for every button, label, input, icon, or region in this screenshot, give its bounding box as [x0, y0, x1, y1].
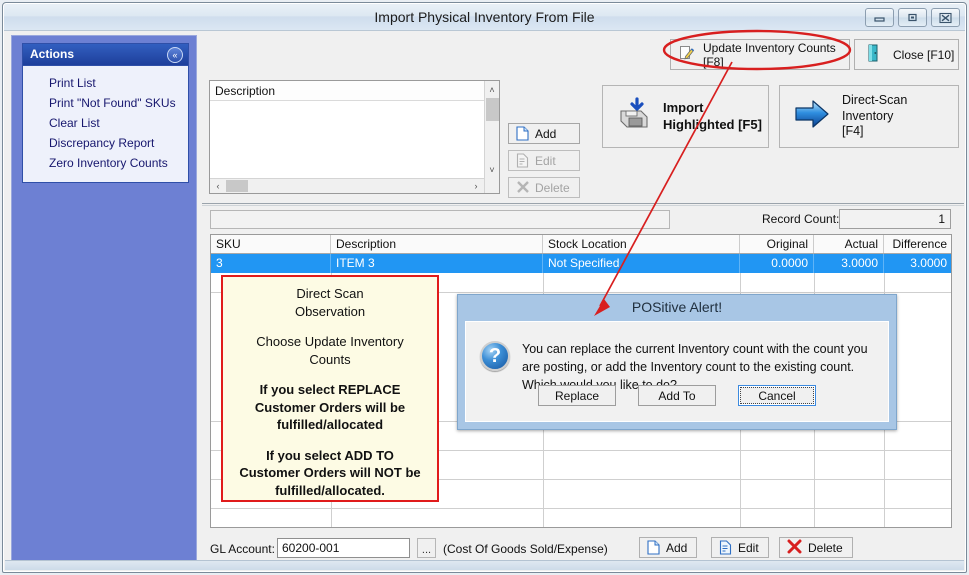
footer-delete-button[interactable]: Delete [779, 537, 853, 558]
footer-add-label: Add [666, 540, 688, 555]
description-delete-label: Delete [535, 180, 570, 195]
sidebar-item-print-list[interactable]: Print List [23, 73, 188, 93]
description-column-header: Description [210, 81, 484, 101]
new-page-icon [516, 126, 529, 141]
record-count-label: Record Count: [762, 212, 840, 226]
cell-stock-location: Not Specified [543, 254, 740, 273]
note-paragraph-4: If you select ADD TO Customer Orders wil… [239, 447, 421, 498]
footer-edit-button[interactable]: Edit [711, 537, 769, 558]
window-title: Import Physical Inventory From File [374, 9, 595, 25]
note-paragraph-2: Choose Update Inventory Counts [256, 334, 404, 367]
blue-arrow-right-icon [794, 99, 830, 134]
footer-add-button[interactable]: Add [639, 537, 698, 558]
import-highlighted-button[interactable]: Import Highlighted [F5] [602, 85, 769, 148]
actions-panel-header: Actions « [23, 44, 188, 66]
column-header-sku[interactable]: SKU [211, 235, 331, 253]
close-form-label: Close [F10] [893, 47, 955, 62]
table-row[interactable]: 3 ITEM 3 Not Specified 0.0000 3.0000 3.0… [211, 254, 951, 273]
update-inventory-counts-button[interactable]: Update Inventory Counts [F8] [670, 39, 850, 70]
gl-account-hint: (Cost Of Goods Sold/Expense) [443, 542, 608, 556]
description-edit-label: Edit [535, 153, 556, 168]
description-add-label: Add [535, 126, 557, 141]
description-add-button[interactable]: Add [508, 123, 580, 144]
column-header-difference[interactable]: Difference [884, 235, 951, 253]
column-header-actual[interactable]: Actual [814, 235, 884, 253]
close-form-button[interactable]: Close [F10] [854, 39, 959, 70]
actions-panel-title: Actions [30, 47, 75, 61]
add-to-button[interactable]: Add To [638, 385, 716, 406]
import-highlighted-label: Import Highlighted [F5] [663, 100, 762, 132]
actions-panel: Actions « Print List Print "Not Found" S… [22, 43, 189, 183]
direct-scan-inventory-label: Direct-Scan Inventory [F4] [842, 93, 908, 139]
pencil-edit-icon [679, 45, 695, 64]
scroll-left-icon[interactable]: ‹ [211, 179, 225, 193]
edit-page-icon [516, 153, 529, 168]
note-paragraph-1: Direct Scan Observation [294, 286, 366, 319]
gl-account-browse-button[interactable]: ... [417, 538, 436, 558]
window-controls [865, 8, 960, 27]
replace-button[interactable]: Replace [538, 385, 616, 406]
cell-description: ITEM 3 [331, 254, 543, 273]
floppy-import-icon [617, 97, 651, 136]
new-page-icon [647, 540, 660, 555]
sidebar-item-print-not-found-skus[interactable]: Print "Not Found" SKUs [23, 93, 188, 113]
cell-original: 0.0000 [740, 254, 814, 273]
sidebar-item-zero-inventory-counts[interactable]: Zero Inventory Counts [23, 153, 188, 173]
scroll-down-icon[interactable]: ˅ [485, 162, 499, 177]
description-delete-button[interactable]: Delete [508, 177, 580, 198]
description-horizontal-scrollbar[interactable]: ‹ › [210, 178, 484, 193]
gl-account-input[interactable]: 60200-001 [277, 538, 410, 558]
column-header-original[interactable]: Original [740, 235, 814, 253]
positive-alert-title: POSitive Alert! [631, 299, 723, 315]
left-sidebar: Actions « Print List Print "Not Found" S… [11, 35, 197, 565]
direct-scan-observation-note: Direct Scan Observation Choose Update In… [221, 275, 439, 502]
footer-edit-label: Edit [738, 540, 759, 555]
description-vertical-scrollbar[interactable]: ˄ ˅ [484, 81, 499, 193]
update-inventory-counts-label: Update Inventory Counts [F8] [703, 40, 836, 69]
grid-header-row: SKU Description Stock Location Original … [211, 235, 951, 254]
minimize-button[interactable] [865, 8, 894, 27]
red-x-icon [787, 539, 802, 557]
column-header-description[interactable]: Description [331, 235, 543, 253]
window-statusbar [5, 560, 964, 570]
sidebar-item-clear-list[interactable]: Clear List [23, 113, 188, 133]
app-screenshot: Import Physical Inventory From File Acti… [0, 0, 969, 575]
positive-alert-buttons: Replace Add To Cancel [466, 385, 888, 406]
application-window: Import Physical Inventory From File Acti… [2, 2, 967, 573]
window-titlebar: Import Physical Inventory From File [4, 4, 965, 31]
actions-list: Print List Print "Not Found" SKUs Clear … [23, 66, 188, 182]
positive-alert-body: ? You can replace the current Inventory … [465, 321, 889, 422]
scroll-up-icon[interactable]: ˄ [485, 82, 499, 97]
vertical-scroll-thumb[interactable] [486, 98, 499, 121]
inventory-grid[interactable]: SKU Description Stock Location Original … [210, 234, 952, 528]
grid-filter-input[interactable] [210, 210, 670, 229]
section-divider [202, 203, 964, 206]
cell-difference: 3.0000 [910, 256, 947, 270]
column-header-stock-location[interactable]: Stock Location [543, 235, 740, 253]
delete-x-icon [516, 180, 529, 195]
note-paragraph-3: If you select REPLACE Customer Orders wi… [254, 382, 406, 433]
exit-door-icon [867, 44, 881, 65]
direct-scan-inventory-button[interactable]: Direct-Scan Inventory [F4] [779, 85, 959, 148]
window-body: Actions « Print List Print "Not Found" S… [4, 31, 965, 571]
cell-sku: 3 [211, 254, 331, 273]
sidebar-item-discrepancy-report[interactable]: Discrepancy Report [23, 133, 188, 153]
close-button[interactable] [931, 8, 960, 27]
record-count-value: 1 [839, 209, 951, 229]
description-list[interactable]: Description ˄ ˅ ‹ › [209, 80, 500, 194]
description-edit-button[interactable]: Edit [508, 150, 580, 171]
top-toolbar: Update Inventory Counts [F8] Close [F10] [202, 35, 964, 73]
positive-alert-dialog: POSitive Alert! ? You can replace the cu… [457, 294, 897, 430]
scroll-right-icon[interactable]: › [469, 179, 483, 193]
cancel-button[interactable]: Cancel [738, 385, 816, 406]
footer-delete-label: Delete [808, 540, 843, 555]
cell-actual: 3.0000 [814, 254, 884, 273]
edit-page-icon [719, 540, 732, 555]
question-mark-icon: ? [480, 341, 510, 371]
gl-account-label: GL Account: [210, 542, 275, 556]
horizontal-scroll-thumb[interactable] [226, 180, 248, 192]
main-content: Update Inventory Counts [F8] Close [F10] [202, 35, 964, 565]
chevron-up-icon[interactable]: « [167, 47, 183, 63]
restore-button[interactable] [898, 8, 927, 27]
